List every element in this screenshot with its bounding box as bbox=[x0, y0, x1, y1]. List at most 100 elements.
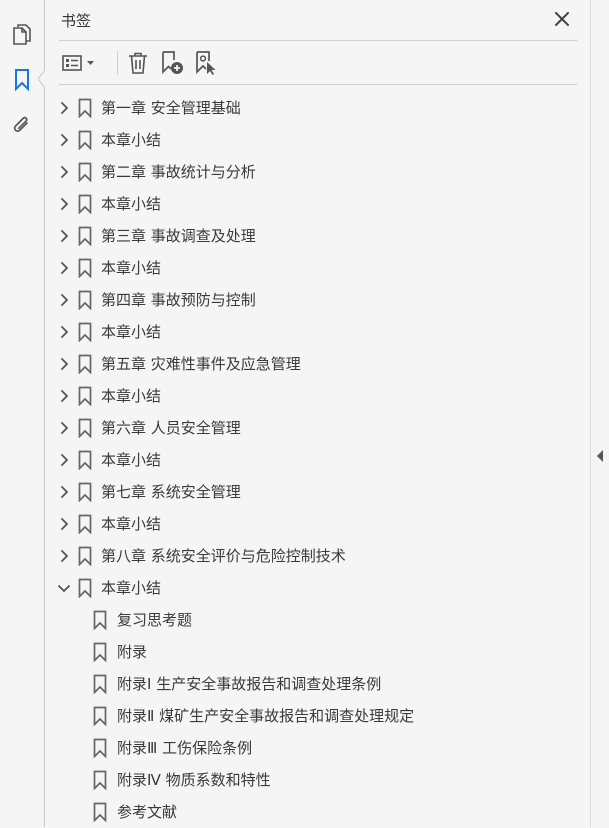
chevron-right-icon[interactable] bbox=[57, 292, 71, 308]
chevron-right-icon[interactable] bbox=[57, 164, 71, 180]
bookmark-icon bbox=[92, 802, 108, 823]
chevron-right-icon[interactable] bbox=[57, 228, 71, 244]
bookmark-icon bbox=[77, 290, 93, 311]
bookmark-label[interactable]: 第一章 安全管理基础 bbox=[101, 98, 241, 118]
bookmark-toolbar bbox=[59, 48, 577, 78]
bookmark-row[interactable]: 第七章 系统安全管理 bbox=[45, 476, 590, 508]
toolbar-separator bbox=[117, 51, 118, 75]
new-bookmark-icon[interactable] bbox=[157, 48, 187, 78]
bookmark-label[interactable]: 附录Ⅱ 煤矿生产安全事故报告和调查处理规定 bbox=[117, 706, 414, 726]
bookmark-row[interactable]: 附录Ⅲ 工伤保险条例 bbox=[45, 732, 590, 764]
bookmark-row[interactable]: 第六章 人员安全管理 bbox=[45, 412, 590, 444]
bookmark-icon bbox=[92, 610, 108, 631]
bookmark-tree: 第一章 安全管理基础 本章小结 第二章 事故统计与分析 本章小结 第三章 事故调查及处理… bbox=[45, 92, 590, 828]
bookmark-label[interactable]: 本章小结 bbox=[101, 578, 161, 598]
bookmark-icon bbox=[77, 578, 93, 599]
bookmark-icon bbox=[77, 258, 93, 279]
bookmark-row[interactable]: 复习思考题 bbox=[45, 604, 590, 636]
bookmark-label[interactable]: 本章小结 bbox=[101, 322, 161, 342]
bookmark-row[interactable]: 本章小结 bbox=[45, 124, 590, 156]
panel-title: 书签 bbox=[61, 12, 92, 30]
bookmark-row[interactable]: 本章小结 bbox=[45, 508, 590, 540]
bookmark-label[interactable]: 本章小结 bbox=[101, 194, 161, 214]
bookmark-label[interactable]: 附录 bbox=[117, 642, 147, 662]
bookmark-label[interactable]: 第三章 事故调查及处理 bbox=[101, 226, 256, 246]
options-menu-icon[interactable] bbox=[59, 48, 99, 78]
bookmark-icon bbox=[77, 226, 93, 247]
bookmark-properties-icon[interactable] bbox=[191, 48, 221, 78]
bookmark-label[interactable]: 第四章 事故预防与控制 bbox=[101, 290, 256, 310]
chevron-right-icon[interactable] bbox=[57, 196, 71, 212]
bookmark-label[interactable]: 第二章 事故统计与分析 bbox=[101, 162, 256, 182]
chevron-right-icon[interactable] bbox=[57, 324, 71, 340]
bookmark-row[interactable]: 本章小结 bbox=[45, 380, 590, 412]
delete-icon[interactable] bbox=[123, 48, 153, 78]
bookmark-label[interactable]: 第六章 人员安全管理 bbox=[101, 418, 241, 438]
bookmark-row[interactable]: 参考文献 bbox=[45, 796, 590, 828]
bookmark-icon bbox=[77, 130, 93, 151]
bookmark-label[interactable]: 本章小结 bbox=[101, 386, 161, 406]
bookmark-icon bbox=[77, 450, 93, 471]
bookmark-row[interactable]: 本章小结 bbox=[45, 252, 590, 284]
bookmark-row[interactable]: 本章小结 bbox=[45, 444, 590, 476]
bookmark-icon bbox=[77, 514, 93, 535]
bookmark-row[interactable]: 第二章 事故统计与分析 bbox=[45, 156, 590, 188]
bookmark-icon bbox=[77, 482, 93, 503]
navigation-rail bbox=[0, 0, 46, 827]
toolbar-divider bbox=[59, 84, 577, 85]
bookmark-label[interactable]: 本章小结 bbox=[101, 258, 161, 278]
chevron-down-icon[interactable] bbox=[57, 580, 71, 596]
bookmark-row[interactable]: 附录 bbox=[45, 636, 590, 668]
bookmark-row[interactable]: 本章小结 bbox=[45, 188, 590, 220]
bookmark-icon bbox=[92, 674, 108, 695]
bookmark-label[interactable]: 第八章 系统安全评价与危险控制技术 bbox=[101, 546, 346, 566]
chevron-right-icon[interactable] bbox=[57, 452, 71, 468]
panel-resize-edge[interactable] bbox=[590, 0, 609, 827]
header-divider bbox=[59, 40, 577, 41]
bookmark-icon bbox=[92, 738, 108, 759]
bookmark-row[interactable]: 附录Ⅱ 煤矿生产安全事故报告和调查处理规定 bbox=[45, 700, 590, 732]
bookmark-icon bbox=[92, 770, 108, 791]
bookmark-label[interactable]: 第五章 灾难性事件及应急管理 bbox=[101, 354, 301, 374]
bookmark-row[interactable]: 附录Ⅰ 生产安全事故报告和调查处理条例 bbox=[45, 668, 590, 700]
chevron-right-icon[interactable] bbox=[57, 132, 71, 148]
bookmark-label[interactable]: 第七章 系统安全管理 bbox=[101, 482, 241, 502]
bookmark-icon bbox=[77, 354, 93, 375]
bookmark-label[interactable]: 附录Ⅳ 物质系数和特性 bbox=[117, 770, 271, 790]
chevron-right-icon[interactable] bbox=[57, 420, 71, 436]
chevron-right-icon[interactable] bbox=[57, 260, 71, 276]
bookmark-row[interactable]: 第四章 事故预防与控制 bbox=[45, 284, 590, 316]
bookmark-icon bbox=[77, 322, 93, 343]
bookmark-label[interactable]: 参考文献 bbox=[117, 802, 177, 822]
bookmark-icon bbox=[77, 194, 93, 215]
bookmark-icon bbox=[77, 162, 93, 183]
bookmark-icon bbox=[77, 418, 93, 439]
bookmark-row[interactable]: 本章小结 bbox=[45, 316, 590, 348]
bookmark-row[interactable]: 第三章 事故调查及处理 bbox=[45, 220, 590, 252]
chevron-right-icon[interactable] bbox=[57, 548, 71, 564]
bookmark-label[interactable]: 复习思考题 bbox=[117, 610, 192, 630]
pages-icon[interactable] bbox=[8, 20, 36, 48]
bookmark-label[interactable]: 本章小结 bbox=[101, 450, 161, 470]
chevron-right-icon[interactable] bbox=[57, 388, 71, 404]
bookmark-row[interactable]: 本章小结 bbox=[45, 572, 590, 604]
bookmark-label[interactable]: 附录Ⅰ 生产安全事故报告和调查处理条例 bbox=[117, 674, 381, 694]
bookmark-row[interactable]: 附录Ⅳ 物质系数和特性 bbox=[45, 764, 590, 796]
bookmark-icon bbox=[77, 386, 93, 407]
bookmark-row[interactable]: 第一章 安全管理基础 bbox=[45, 92, 590, 124]
bookmark-icon[interactable] bbox=[8, 66, 36, 94]
chevron-right-icon[interactable] bbox=[57, 484, 71, 500]
close-icon[interactable] bbox=[551, 8, 573, 30]
chevron-right-icon[interactable] bbox=[57, 516, 71, 532]
bookmark-row[interactable]: 第五章 灾难性事件及应急管理 bbox=[45, 348, 590, 380]
chevron-right-icon[interactable] bbox=[57, 356, 71, 372]
bookmark-icon bbox=[92, 706, 108, 727]
bookmark-label[interactable]: 本章小结 bbox=[101, 514, 161, 534]
bookmark-row[interactable]: 第八章 系统安全评价与危险控制技术 bbox=[45, 540, 590, 572]
collapse-arrow-icon[interactable] bbox=[597, 450, 604, 462]
attachment-icon[interactable] bbox=[8, 112, 36, 140]
chevron-right-icon[interactable] bbox=[57, 100, 71, 116]
bookmark-label[interactable]: 本章小结 bbox=[101, 130, 161, 150]
bookmark-label[interactable]: 附录Ⅲ 工伤保险条例 bbox=[117, 738, 252, 758]
bookmarks-panel: 书签 第一章 安全管理基础 本章小结 第二章 事故统计与分析 本章小结 第三章 … bbox=[45, 0, 590, 827]
